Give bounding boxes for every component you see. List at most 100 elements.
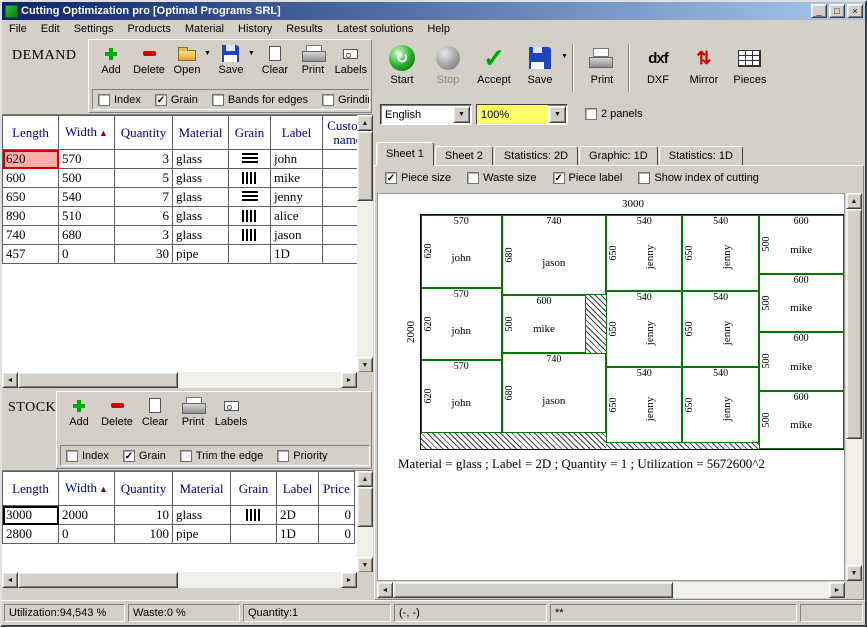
cell[interactable]: glass: [173, 188, 229, 207]
cell[interactable]: jason: [271, 226, 323, 245]
cell[interactable]: 3000: [3, 506, 59, 525]
canvas-horizontal-left-arrow[interactable]: ◄: [377, 582, 393, 598]
column-header-quantity[interactable]: Quantity: [115, 116, 173, 150]
cell[interactable]: 3: [115, 150, 173, 169]
column-header-quantity[interactable]: Quantity: [115, 472, 173, 506]
cell[interactable]: jenny: [271, 188, 323, 207]
accept-button[interactable]: ✓ Accept: [471, 41, 517, 100]
cell[interactable]: 100: [115, 525, 173, 544]
cell[interactable]: glass: [173, 150, 229, 169]
start-button[interactable]: ↻ Start: [379, 41, 425, 100]
cell[interactable]: 1D: [277, 525, 319, 544]
cut-piece-mike[interactable]: 600500mike: [759, 391, 844, 450]
cutting-diagram-canvas[interactable]: 3000 2000 570620john570620john570620john…: [377, 193, 845, 581]
cut-piece-jenny[interactable]: 540650jenny: [682, 291, 758, 367]
menu-history[interactable]: History: [231, 21, 279, 37]
cell[interactable]: 0: [59, 245, 115, 264]
checkbox-index[interactable]: Index: [66, 450, 109, 462]
cell[interactable]: [229, 188, 271, 207]
cut-piece-john[interactable]: 570620john: [421, 288, 502, 361]
demand-vertical-up-arrow[interactable]: ▲: [357, 115, 373, 131]
checkbox-grinding[interactable]: Grinding: [322, 94, 370, 106]
zoom-select[interactable]: 100% ▼: [476, 104, 568, 125]
stock-vertical-thumb[interactable]: [357, 487, 373, 527]
cell[interactable]: 0: [319, 506, 355, 525]
labels-button[interactable]: Labels: [332, 42, 370, 86]
checkbox-2-panels[interactable]: 2 panels: [585, 108, 643, 120]
checkbox-index[interactable]: Index: [98, 94, 141, 106]
menu-products[interactable]: Products: [120, 21, 177, 37]
canvas-horizontal-thumb[interactable]: [393, 582, 673, 598]
cell[interactable]: [229, 226, 271, 245]
checkbox-box[interactable]: ✓: [123, 450, 135, 462]
column-header-material[interactable]: Material: [173, 472, 231, 506]
stock-horizontal-scrollbar[interactable]: ◄►: [2, 572, 357, 588]
cut-piece-mike[interactable]: 600500mike: [759, 332, 844, 391]
clear-button[interactable]: Clear: [256, 42, 294, 86]
menu-results[interactable]: Results: [279, 21, 330, 37]
column-header-width[interactable]: Width▲: [59, 472, 115, 506]
demand-horizontal-right-arrow[interactable]: ►: [341, 372, 357, 388]
cell[interactable]: 10: [115, 506, 173, 525]
cell[interactable]: pipe: [173, 245, 229, 264]
result-print-button[interactable]: Print: [579, 41, 625, 100]
cell[interactable]: 1D: [271, 245, 323, 264]
demand-vertical-scrollbar[interactable]: ▲▼: [357, 115, 373, 373]
cut-piece-john[interactable]: 570620john: [421, 360, 502, 433]
title-bar[interactable]: Cutting Optimization pro [Optimal Progra…: [2, 2, 865, 20]
canvas-vertical-thumb[interactable]: [846, 209, 862, 439]
table-row[interactable]: 8905106glassalice: [3, 207, 373, 226]
cut-piece-jenny[interactable]: 540650jenny: [682, 367, 758, 443]
tab-statistics-1d[interactable]: Statistics: 1D: [659, 146, 743, 166]
cell[interactable]: glass: [173, 207, 229, 226]
maximize-button[interactable]: □: [829, 4, 845, 18]
cell[interactable]: mike: [271, 169, 323, 188]
cell[interactable]: 2000: [59, 506, 115, 525]
cut-piece-jenny[interactable]: 540650jenny: [606, 367, 682, 443]
cell[interactable]: 30: [115, 245, 173, 264]
cell[interactable]: pipe: [173, 525, 231, 544]
checkbox-grain[interactable]: ✓Grain: [123, 450, 166, 462]
tab-sheet-2[interactable]: Sheet 2: [435, 146, 493, 166]
checkbox-box[interactable]: [212, 94, 224, 106]
cut-piece-jenny[interactable]: 540650jenny: [606, 215, 682, 291]
cell[interactable]: 7: [115, 188, 173, 207]
demand-vertical-down-arrow[interactable]: ▼: [357, 357, 373, 373]
stock-table[interactable]: LengthWidth▲QuantityMaterialGrainLabelPr…: [2, 471, 355, 544]
print-button[interactable]: Print: [294, 42, 332, 86]
cell[interactable]: john: [271, 150, 323, 169]
stock-clear-button[interactable]: Clear: [136, 394, 174, 438]
cell[interactable]: alice: [271, 207, 323, 226]
close-button[interactable]: ×: [847, 4, 863, 18]
cell[interactable]: 3: [115, 226, 173, 245]
column-header-grain[interactable]: Grain: [229, 116, 271, 150]
canvas-horizontal-right-arrow[interactable]: ►: [829, 582, 845, 598]
column-header-price[interactable]: Price: [319, 472, 355, 506]
demand-horizontal-left-arrow[interactable]: ◄: [2, 372, 18, 388]
checkbox-box[interactable]: [66, 450, 78, 462]
canvas-vertical-scrollbar[interactable]: ▲▼: [846, 193, 862, 581]
demand-vertical-thumb[interactable]: [357, 131, 373, 201]
cell[interactable]: [231, 525, 277, 544]
demand-horizontal-thumb[interactable]: [18, 372, 178, 388]
cell[interactable]: 740: [3, 226, 59, 245]
cut-piece-jenny[interactable]: 540650jenny: [606, 291, 682, 367]
menu-settings[interactable]: Settings: [67, 21, 121, 37]
cut-piece-jason[interactable]: 740680jason: [502, 215, 607, 295]
cell[interactable]: [231, 506, 277, 525]
cell[interactable]: 680: [59, 226, 115, 245]
save-dropdown-icon[interactable]: ▼: [248, 50, 255, 86]
checkbox-box[interactable]: [585, 108, 597, 120]
checkbox-box[interactable]: [98, 94, 110, 106]
cell[interactable]: 650: [3, 188, 59, 207]
column-header-label[interactable]: Label: [271, 116, 323, 150]
checkbox-box[interactable]: [638, 172, 650, 184]
stock-horizontal-right-arrow[interactable]: ►: [341, 572, 357, 588]
mirror-button[interactable]: ⇅ Mirror: [681, 41, 727, 100]
menu-help[interactable]: Help: [420, 21, 457, 37]
chevron-down-icon[interactable]: ▼: [549, 106, 566, 123]
cell[interactable]: [229, 169, 271, 188]
checkbox-box[interactable]: [277, 450, 289, 462]
column-header-label[interactable]: Label: [277, 472, 319, 506]
stock-vertical-scrollbar[interactable]: ▲▼: [357, 471, 373, 573]
